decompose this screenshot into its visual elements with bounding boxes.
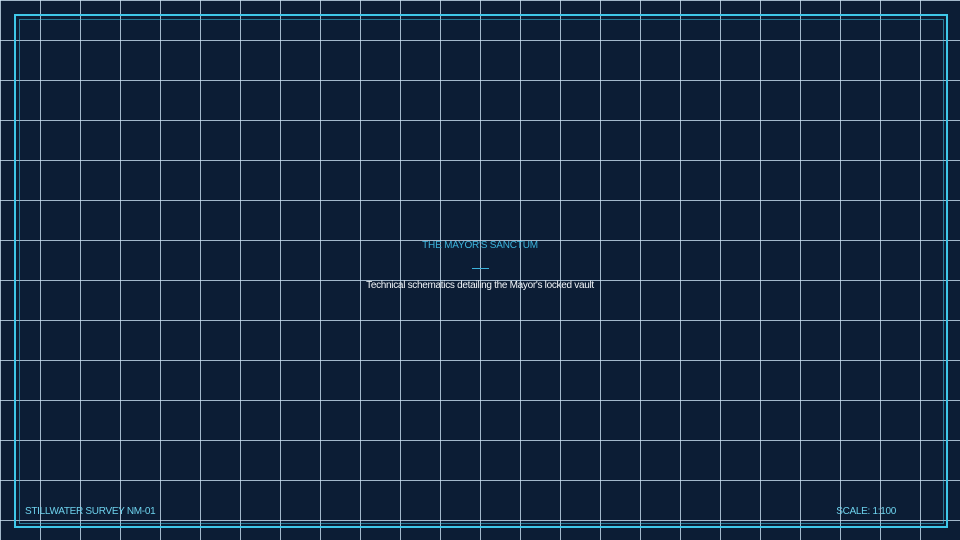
blueprint-title: THE MAYOR'S SANCTUM	[422, 240, 538, 251]
title-divider	[471, 268, 489, 269]
blueprint-subtitle: Technical schematics detailing the Mayor…	[366, 280, 594, 291]
scale-label: SCALE: 1:100	[836, 506, 896, 517]
survey-id-label: STILLWATER SURVEY NM-01	[25, 506, 156, 517]
blueprint-canvas: THE MAYOR'S SANCTUM Technical schematics…	[0, 0, 960, 540]
title-block: THE MAYOR'S SANCTUM Technical schematics…	[0, 240, 960, 292]
